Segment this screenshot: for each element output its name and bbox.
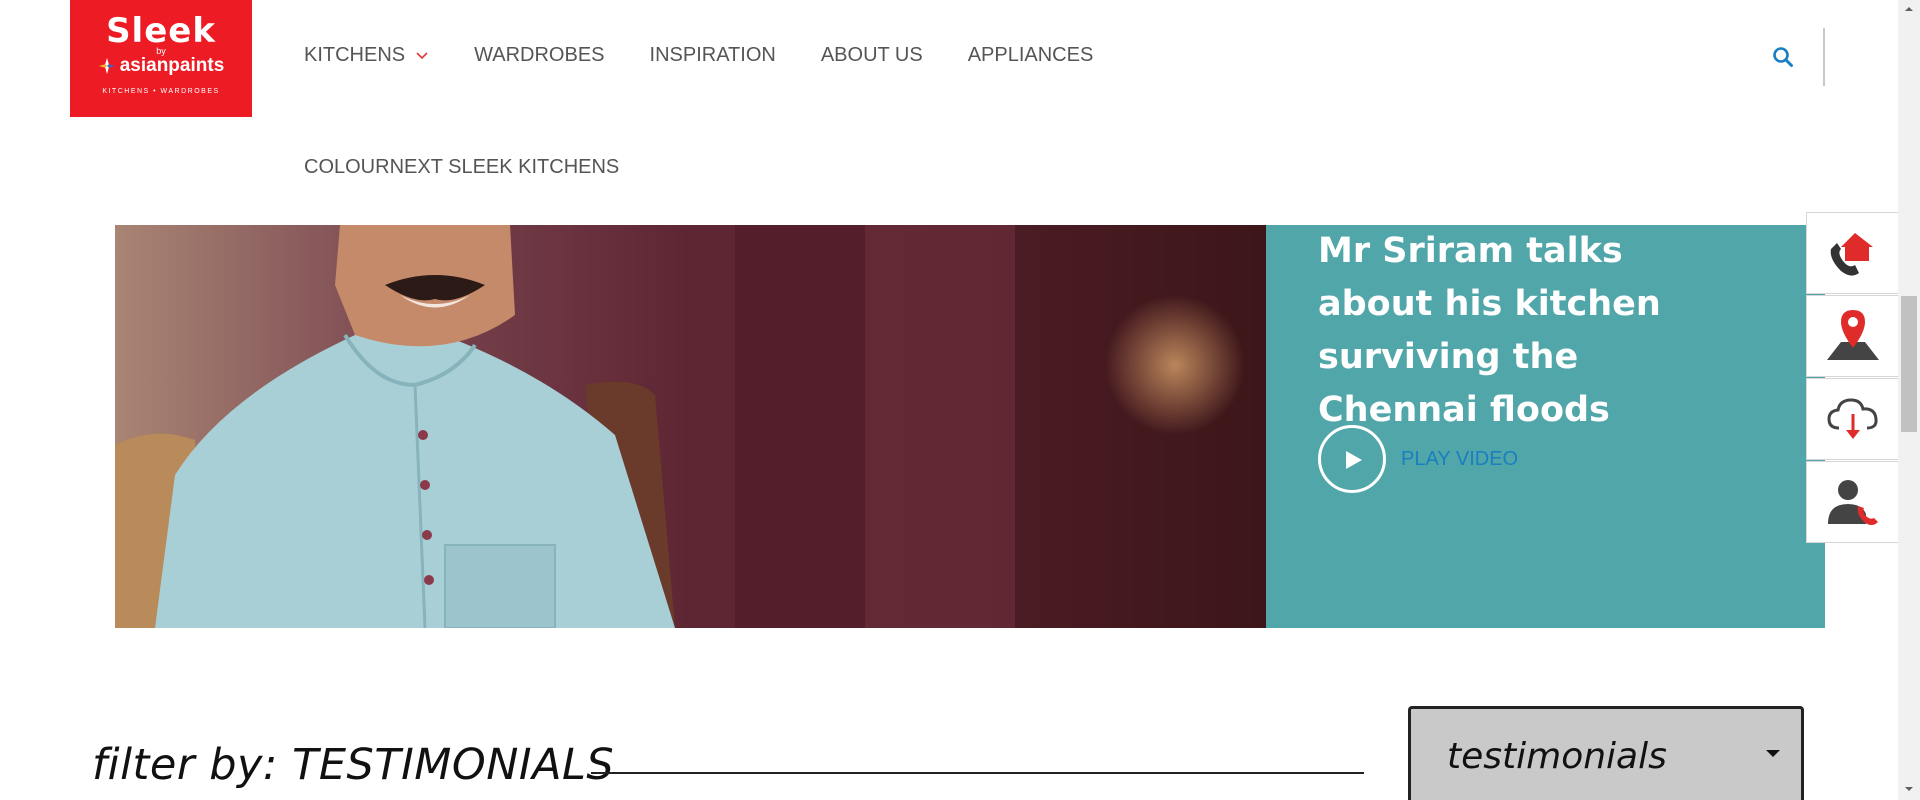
nav-item-appliances[interactable]: APPLIANCES xyxy=(968,44,1094,67)
cloud-download-icon xyxy=(1826,398,1878,439)
side-tools xyxy=(1806,212,1898,544)
hero-banner: Mr Sriram talks about his kitchen surviv… xyxy=(115,225,1825,628)
nav-item-label: WARDROBES xyxy=(474,44,605,66)
filter-divider xyxy=(591,772,1364,774)
page-scrollbar[interactable] xyxy=(1898,0,1920,800)
caret-down-icon xyxy=(1766,750,1780,757)
filter-heading: filter by: TESTIMONIALS xyxy=(92,740,615,790)
nav-item-colournext-sleek-kitchens[interactable]: COLOURNEXT SLEEK KITCHENS xyxy=(304,156,619,179)
nav-item-label: INSPIRATION xyxy=(649,44,776,66)
nav-item-wardrobes[interactable]: WARDROBES xyxy=(474,44,604,67)
nav-item-inspiration[interactable]: INSPIRATION xyxy=(650,44,776,67)
logo-parent-text: asianpaints xyxy=(119,55,225,76)
logo-parent: asianpaints xyxy=(70,56,252,76)
scrollbar-thumb[interactable] xyxy=(1901,296,1917,432)
logo-brand: Sleek xyxy=(106,11,216,51)
nav-item-label: ABOUT US xyxy=(820,44,923,66)
side-button-callback[interactable] xyxy=(1806,461,1898,543)
nav-item-about-us[interactable]: ABOUT US xyxy=(821,44,923,67)
nav-item-label: KITCHENS xyxy=(304,44,406,66)
asianpaints-flower-icon xyxy=(98,57,115,75)
nav-item-kitchens[interactable]: KITCHENS xyxy=(304,44,429,67)
header-divider xyxy=(1823,28,1825,86)
play-button[interactable] xyxy=(1318,425,1386,493)
phone-home-icon xyxy=(1830,233,1873,276)
filter-dropdown[interactable]: testimonials xyxy=(1408,706,1804,800)
scroll-down-arrow-icon[interactable] xyxy=(1898,780,1920,798)
chevron-down-icon xyxy=(416,51,428,59)
logo-tagline: KITCHENS • WARDROBES xyxy=(102,88,220,95)
location-pin-icon xyxy=(1826,310,1879,360)
side-button-store-locator[interactable] xyxy=(1806,295,1898,377)
main-nav: KITCHENS WARDROBES INSPIRATION ABOUT US … xyxy=(304,44,1138,67)
hero-video-thumbnail[interactable] xyxy=(115,225,1266,628)
side-button-call[interactable] xyxy=(1806,212,1898,294)
contact-callback-icon xyxy=(1827,480,1878,525)
hero-info-panel: Mr Sriram talks about his kitchen surviv… xyxy=(1266,225,1825,628)
logo[interactable]: Sleek by asianpaints KITCHENS • WARDROBE… xyxy=(70,0,252,117)
play-icon xyxy=(1346,451,1362,469)
filter-dropdown-value: testimonials xyxy=(1447,736,1667,777)
side-button-download[interactable] xyxy=(1806,378,1898,460)
search-icon[interactable] xyxy=(1772,46,1794,68)
scroll-up-arrow-icon[interactable] xyxy=(1898,0,1920,18)
hero-title: Mr Sriram talks about his kitchen surviv… xyxy=(1318,231,1661,430)
play-video-link[interactable]: PLAY VIDEO xyxy=(1401,448,1518,471)
nav-item-label: APPLIANCES xyxy=(967,44,1094,66)
